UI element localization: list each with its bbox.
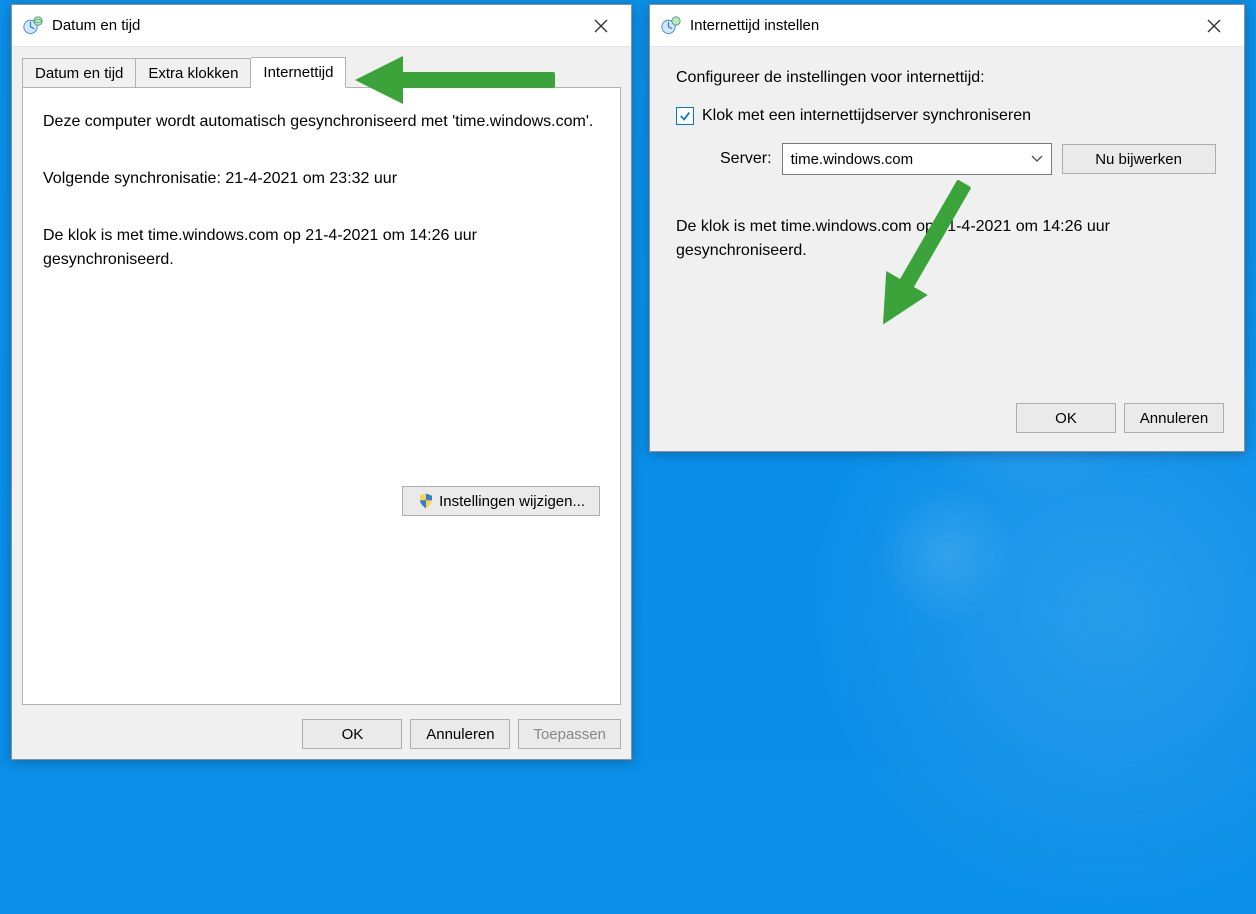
window-title: Internettijd instellen: [690, 17, 819, 34]
cancel-button[interactable]: Annuleren: [1124, 403, 1224, 433]
change-settings-button[interactable]: Instellingen wijzigen...: [402, 486, 600, 516]
update-now-button[interactable]: Nu bijwerken: [1062, 144, 1216, 174]
intro-text: Configureer de instellingen voor interne…: [676, 69, 1218, 87]
dialog-footer: OK Annuleren Toepassen: [22, 719, 621, 749]
ok-button[interactable]: OK: [1016, 403, 1116, 433]
close-icon[interactable]: [577, 6, 625, 46]
sync-status-text: De klok is met time.windows.com op 21-4-…: [676, 215, 1196, 263]
date-time-window: Datum en tijd Datum en tijd Extra klokke…: [11, 4, 632, 760]
sync-checkbox[interactable]: [676, 107, 694, 125]
sync-description: Deze computer wordt automatisch gesynchr…: [43, 110, 600, 133]
server-combobox[interactable]: time.windows.com: [782, 143, 1052, 175]
tab-extra-klokken[interactable]: Extra klokken: [136, 58, 251, 88]
tab-internettijd[interactable]: Internettijd: [251, 57, 346, 88]
tab-datum-en-tijd[interactable]: Datum en tijd: [22, 58, 136, 88]
titlebar[interactable]: Internettijd instellen: [650, 5, 1244, 47]
dialog-footer: OK Annuleren: [1016, 403, 1224, 433]
next-sync-text: Volgende synchronisatie: 21-4-2021 om 23…: [43, 167, 600, 190]
sync-checkbox-label: Klok met een internettijdserver synchron…: [702, 107, 1031, 125]
chevron-down-icon: [1031, 152, 1043, 166]
clock-globe-icon: [660, 15, 682, 37]
tab-panel-internettijd: Deze computer wordt automatisch gesynchr…: [22, 87, 621, 705]
shield-icon: [417, 492, 435, 510]
titlebar[interactable]: Datum en tijd: [12, 5, 631, 47]
change-settings-label: Instellingen wijzigen...: [439, 493, 585, 510]
tabstrip: Datum en tijd Extra klokken Internettijd: [12, 47, 631, 87]
ok-button[interactable]: OK: [302, 719, 402, 749]
close-icon[interactable]: [1190, 6, 1238, 46]
server-combobox-value: time.windows.com: [791, 151, 914, 168]
apply-button[interactable]: Toepassen: [518, 719, 621, 749]
clock-globe-icon: [22, 15, 44, 37]
server-label: Server:: [720, 150, 772, 168]
cancel-button[interactable]: Annuleren: [410, 719, 510, 749]
last-sync-text: De klok is met time.windows.com op 21-4-…: [43, 224, 600, 270]
internet-time-settings-window: Internettijd instellen Configureer de in…: [649, 4, 1245, 452]
window-title: Datum en tijd: [52, 17, 140, 34]
